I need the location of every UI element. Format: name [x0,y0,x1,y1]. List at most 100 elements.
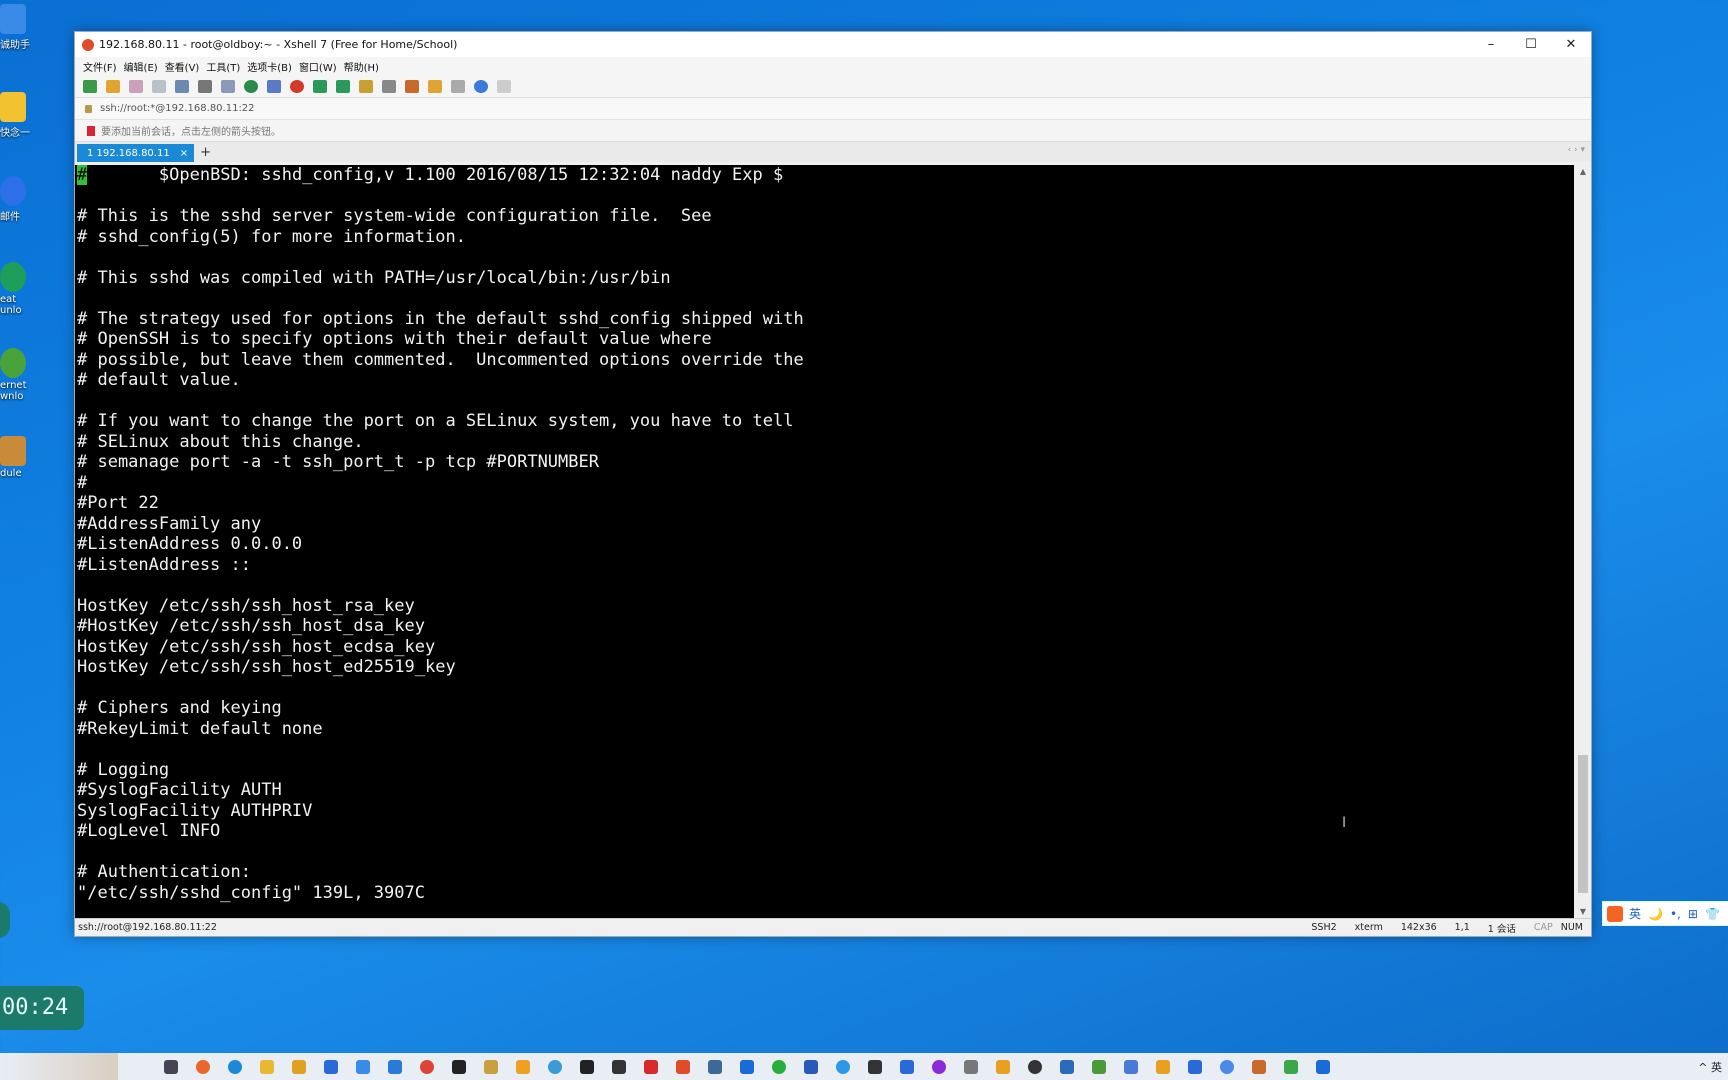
tab-nav-icons[interactable]: ‹ › ▾ [1568,145,1585,155]
ime-item[interactable]: 👕 [1705,907,1720,921]
chrome-icon[interactable] [420,1059,434,1074]
app-icon[interactable] [388,1059,402,1074]
ime-toolbar[interactable]: 英 🌙 •, ⊞ 👕 [1602,901,1728,926]
disconnect-icon[interactable] [152,79,166,93]
menu-edit[interactable]: 编辑(E) [124,59,158,74]
sogou-icon[interactable] [1607,905,1623,922]
desktop-icon-n[interactable]: eat unlo [0,262,40,316]
ime-item[interactable]: 英 [1629,905,1641,922]
minimize-button[interactable]: – [1471,37,1511,52]
app-icon[interactable] [868,1059,882,1074]
menu-help[interactable]: 帮助(H) [344,59,379,74]
keyboard-icon[interactable] [382,79,396,93]
store-icon[interactable] [292,1059,306,1074]
app-icon[interactable] [1188,1059,1202,1074]
print-icon[interactable] [221,79,235,93]
search-icon[interactable] [996,1059,1010,1074]
mail-icon[interactable] [324,1059,338,1074]
app-icon[interactable] [1060,1059,1074,1074]
app-icon[interactable] [708,1059,722,1074]
ime-item[interactable]: 🌙 [1648,907,1663,921]
app-icon[interactable] [1252,1059,1266,1074]
desktop-icon-mail[interactable]: 邮件 [0,176,40,223]
explorer-icon[interactable] [260,1059,274,1074]
find-icon[interactable] [198,79,212,93]
ibeam-cursor-icon: I [1342,815,1347,831]
desktop-icon-internet-download[interactable]: ernet wnlo [0,348,40,402]
scroll-up-icon[interactable]: ▲ [1575,167,1591,176]
xshell-taskbar-icon[interactable] [676,1059,690,1074]
maximize-button[interactable]: ☐ [1511,37,1551,52]
terminal[interactable]: # $OpenBSD: sshd_config,v 1.100 2016/08/… [75,165,1574,918]
desktop-icon-assistant[interactable]: 诚助手 [0,4,40,51]
connect-icon[interactable] [129,79,143,93]
terminal-scrollbar[interactable]: ▲ ▼ [1575,165,1591,918]
recorder-handle[interactable] [0,902,10,938]
app-icon[interactable] [1124,1059,1138,1074]
new-session-icon[interactable] [83,79,97,93]
status-sessions[interactable]: 1 会话 [1488,921,1516,935]
font-icon[interactable] [267,79,281,93]
xftp-icon[interactable] [290,79,304,93]
app-icon[interactable] [1028,1059,1042,1074]
app-icon[interactable] [1092,1059,1106,1074]
app-icon[interactable] [932,1059,946,1074]
app-icon[interactable] [1316,1059,1330,1074]
firefox-icon[interactable] [196,1059,210,1074]
add-tab-button[interactable]: + [200,144,211,162]
camera-icon[interactable] [313,79,327,93]
ime-item[interactable]: ⊞ [1688,907,1698,921]
task-view-icon[interactable] [164,1059,178,1074]
open-folder-icon[interactable] [106,79,120,93]
menu-view[interactable]: 查看(V) [165,59,200,74]
app-icon[interactable] [1284,1059,1298,1074]
app-icon[interactable] [900,1059,914,1074]
app-icon[interactable] [548,1059,562,1074]
lock-icon[interactable] [359,79,373,93]
app-icon[interactable] [1220,1059,1234,1074]
scroll-down-icon[interactable]: ▼ [1575,907,1591,916]
globe-icon[interactable] [244,79,258,93]
close-button[interactable]: ✕ [1551,37,1591,52]
tab-close-icon[interactable]: × [180,148,188,159]
scroll-thumb[interactable] [1578,755,1588,893]
chat-icon[interactable] [497,79,511,93]
address-bar[interactable]: ssh://root:*@192.168.80.11:22 [75,97,1591,119]
tray-lang[interactable]: 英 [1711,1061,1722,1074]
menu-tools[interactable]: 工具(T) [206,59,240,74]
app-icon[interactable] [356,1059,370,1074]
menu-tab[interactable]: 选项卡(B) [247,59,292,74]
help-icon[interactable] [474,79,488,93]
menu-window[interactable]: 窗口(W) [299,59,337,74]
app-icon[interactable] [740,1059,754,1074]
script-icon[interactable] [428,79,442,93]
menu-file[interactable]: 文件(F) [83,59,117,74]
desktop-icon-module[interactable]: dule [0,436,40,479]
wechat-icon[interactable] [772,1059,786,1074]
tray-chevron-icon[interactable]: ^ [1698,1061,1707,1074]
bookmark-icon[interactable] [87,125,95,136]
terminal-icon[interactable] [452,1059,466,1074]
xmind-icon[interactable] [644,1059,658,1074]
plane-icon [0,176,26,206]
terminal-line: "/etc/ssh/sshd_config" 139L, 3907C [77,882,425,903]
fullscreen-icon[interactable] [336,79,350,93]
qq-icon[interactable] [612,1059,626,1074]
layout-icon[interactable] [451,79,465,93]
edge-icon[interactable] [228,1059,242,1074]
system-tray[interactable]: ^ 英 [1698,1059,1722,1075]
app-icon[interactable] [516,1059,530,1074]
desktop-icon-folder[interactable]: 快念一 [0,92,40,139]
ime-item[interactable]: •, [1670,907,1681,921]
word-icon[interactable] [804,1059,818,1074]
app-icon[interactable] [964,1059,978,1074]
properties-icon[interactable] [175,79,189,93]
app-icon[interactable] [836,1059,850,1074]
library-icon[interactable] [484,1059,498,1074]
title-bar[interactable]: 192.168.80.11 - root@oldboy:~ - Xshell 7… [75,32,1591,57]
app-icon[interactable] [580,1059,594,1074]
tab-session[interactable]: 1 192.168.80.11 × [77,144,195,162]
lock-icon [85,104,92,113]
app-icon[interactable] [1156,1059,1170,1074]
highlight-icon[interactable] [405,79,419,93]
